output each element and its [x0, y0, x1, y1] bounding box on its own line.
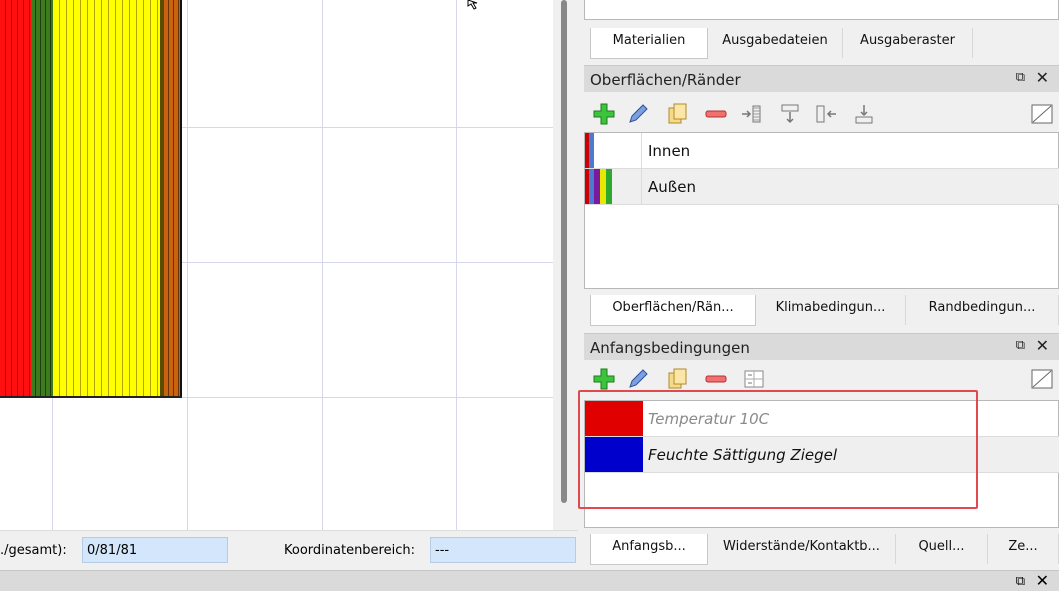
table-view-icon[interactable] [1030, 367, 1054, 391]
tab-ausgaberaster[interactable]: Ausgaberaster [843, 28, 973, 58]
surfaces-dock-title: Oberflächen/Ränder ⧉ ✕ [584, 65, 1059, 92]
initial-toolbar [584, 362, 1059, 396]
tab-oberflaechen[interactable]: Oberflächen/Rän... [590, 295, 756, 326]
initial-condition-label: Feuchte Sättigung Ziegel [648, 446, 838, 464]
table-view-icon[interactable] [1030, 102, 1054, 126]
coord-label: Koordinatenbereich: [284, 543, 415, 558]
assign-icon[interactable] [742, 367, 766, 391]
list-item[interactable]: Innen [585, 133, 1059, 169]
coord-field[interactable]: --- [430, 537, 576, 563]
surfaces-list: Innen Außen [584, 132, 1059, 289]
surfaces-tabbar: Oberflächen/Rän... Klimabedingun... Rand… [578, 295, 1059, 329]
initial-dock-title-text: Anfangsbedingungen [590, 339, 750, 357]
tab-widerstaende[interactable]: Widerstände/Kontaktb... [708, 534, 896, 564]
float-icon[interactable]: ⧉ [1016, 574, 1025, 589]
tab-ausgabedateien[interactable]: Ausgabedateien [708, 28, 843, 58]
tab-quellen[interactable]: Quell... [896, 534, 988, 564]
close-icon[interactable]: ✕ [1036, 336, 1049, 355]
status-row: ./gesamt): 0/81/81 Koordinatenbereich: -… [0, 530, 578, 570]
tab-klimabedingungen[interactable]: Klimabedingun... [756, 295, 906, 325]
materials-tabbar: Materialien Ausgabedateien Ausgaberaster [578, 28, 1059, 62]
column-divider [641, 169, 642, 205]
scrollbar-thumb[interactable] [561, 0, 567, 503]
mouse-cursor-icon [467, 0, 478, 10]
surface-label: Innen [648, 142, 691, 160]
copy-icon[interactable] [666, 102, 690, 126]
layer-edge [180, 0, 182, 398]
add-icon[interactable] [592, 102, 616, 126]
edit-icon[interactable] [626, 102, 650, 126]
layer-green[interactable] [31, 0, 53, 398]
materials-list-panel [584, 0, 1059, 20]
tab-randbedingungen[interactable]: Randbedingun... [906, 295, 1059, 325]
color-swatch [606, 169, 612, 204]
initial-tabbar: Anfangsb... Widerstände/Kontaktb... Quel… [578, 534, 1059, 570]
surfaces-toolbar [584, 96, 1059, 132]
color-swatch [589, 133, 594, 168]
tab-anfangsbedingungen[interactable]: Anfangsb... [590, 534, 708, 565]
bottom-dock-title: ⧉ ✕ [0, 570, 1059, 591]
color-swatch [585, 437, 643, 472]
construction-bottom-edge [0, 396, 182, 398]
grid-line [456, 0, 457, 530]
remove-icon[interactable] [704, 102, 728, 126]
initial-condition-label: Temperatur 10C [648, 410, 770, 428]
color-swatch [585, 401, 643, 436]
grid-line [322, 0, 323, 530]
close-icon[interactable]: ✕ [1036, 571, 1049, 590]
float-icon[interactable]: ⧉ [1016, 338, 1025, 353]
copy-icon[interactable] [666, 367, 690, 391]
list-item[interactable]: Außen [585, 169, 1059, 205]
initial-dock-title: Anfangsbedingungen ⧉ ✕ [584, 333, 1059, 360]
assign-left-icon[interactable] [814, 102, 838, 126]
surface-label: Außen [648, 178, 696, 196]
remove-icon[interactable] [704, 367, 728, 391]
layer-brown[interactable] [164, 0, 180, 398]
count-field[interactable]: 0/81/81 [82, 537, 228, 563]
add-icon[interactable] [592, 367, 616, 391]
assign-right-icon[interactable] [740, 102, 764, 126]
tab-materialien[interactable]: Materialien [590, 28, 708, 59]
initial-conditions-list: Temperatur 10C Feuchte Sättigung Ziegel [584, 400, 1059, 528]
layer-yellow[interactable] [53, 0, 160, 398]
tab-zeitplaene[interactable]: Ze... [988, 534, 1059, 564]
surfaces-dock-title-text: Oberflächen/Ränder [590, 71, 741, 89]
float-icon[interactable]: ⧉ [1016, 70, 1025, 85]
list-item[interactable]: Temperatur 10C [585, 401, 1059, 437]
column-divider [641, 133, 642, 169]
layer-red[interactable] [0, 0, 31, 398]
grid-line [187, 0, 188, 530]
close-icon[interactable]: ✕ [1036, 68, 1049, 87]
edit-icon[interactable] [626, 367, 650, 391]
assign-top-icon[interactable] [778, 102, 802, 126]
list-item[interactable]: Feuchte Sättigung Ziegel [585, 437, 1059, 473]
count-label: ./gesamt): [0, 543, 67, 558]
construction-canvas[interactable] [0, 0, 553, 530]
assign-bottom-icon[interactable] [852, 102, 876, 126]
